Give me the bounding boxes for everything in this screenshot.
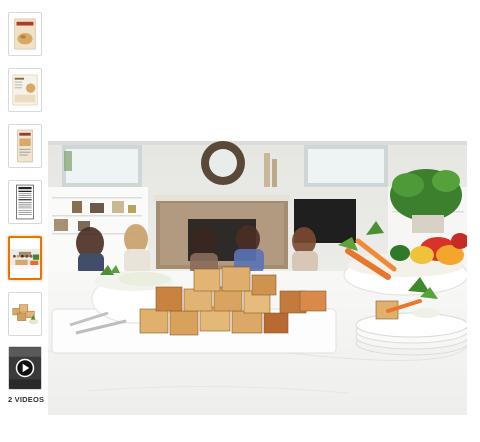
thumbnail-party-scene[interactable] (8, 236, 42, 280)
party-scene-thumb-icon (10, 238, 40, 278)
package-front-thumb-icon (9, 13, 41, 55)
thumbnail-recipe-card[interactable] (8, 68, 42, 112)
bread-cubes-thumb-icon (9, 293, 41, 335)
package-side-thumb-icon (9, 125, 41, 167)
party-scene-photo (48, 141, 467, 415)
recipe-card-thumb-icon (9, 69, 41, 111)
thumbnail-bread-cubes[interactable] (8, 292, 42, 336)
nutrition-label-thumb-icon (9, 181, 41, 223)
thumbnail-nutrition-label[interactable] (8, 180, 42, 224)
thumbnail-video[interactable] (8, 346, 42, 390)
thumbnail-package-front[interactable] (8, 12, 42, 56)
main-product-image[interactable] (48, 141, 467, 415)
play-icon (9, 347, 41, 389)
videos-count-label[interactable]: 2 VIDEOS (8, 395, 48, 404)
thumbnail-package-side[interactable] (8, 124, 42, 168)
